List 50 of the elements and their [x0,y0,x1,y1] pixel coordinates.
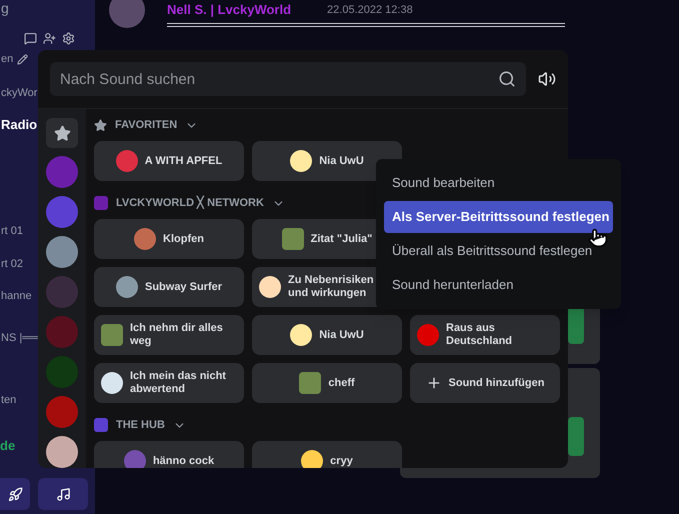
channel-name[interactable]: en [1,51,14,67]
sound-button[interactable]: hänno cock [94,441,244,468]
sound-button[interactable]: Sound hinzufügen [410,363,560,403]
add-user-icon[interactable] [43,32,56,45]
sound-button[interactable]: Ich mein das nicht abwertend [94,363,244,403]
sound-button[interactable]: Subway Surfer [94,267,244,307]
avatar-placeholder [109,0,145,28]
star-icon [94,118,107,132]
server-icon[interactable] [46,236,78,268]
server-icon[interactable] [46,436,78,468]
channel-name[interactable]: NS |══ [1,330,38,346]
image-thumbnail [282,228,304,250]
music-icon [56,486,70,502]
channel-name[interactable]: rt 02 [1,256,24,272]
rocket-icon [8,486,22,502]
sound-button[interactable]: Raus aus Deutschland [410,315,560,355]
channel-name[interactable]: ckyWor [1,85,38,101]
speaker-icon[interactable] [538,70,556,88]
channel-name[interactable]: ten [1,392,16,408]
section-title: LVCKYWORLD ╳ NETWORK [116,194,264,211]
sound-button[interactable]: Nia UwU [252,315,402,355]
rocket-button[interactable] [0,478,30,510]
channel-name: g [0,0,10,16]
channel-name[interactable]: rt 01 [1,223,24,239]
image-thumbnail [299,372,322,394]
action-block [568,417,584,456]
chat-icon[interactable] [24,32,37,45]
channel-name[interactable]: hanne [1,288,32,304]
image-thumbnail [101,324,123,346]
channel-name[interactable]: Radio [1,117,38,133]
sound-button[interactable]: cryy [252,441,402,468]
user-status: de [0,437,16,455]
message-time: 22.05.2022 12:38 [327,2,413,18]
settings-icon[interactable] [62,32,75,45]
menu-item[interactable]: Als Server-Beitrittssound festlegen [384,201,613,233]
author-name: Nell S. | LvckyWorld [167,1,292,19]
sound-button[interactable]: A WITH APFEL [94,141,244,181]
search-icon [498,70,516,88]
sound-button[interactable]: Ich nehm dir alles weg [94,315,244,355]
soundboard-button[interactable] [38,478,88,510]
sound-button[interactable]: cheff [252,363,402,403]
action-block [568,306,584,344]
section-title: FAVORITEN [115,118,178,133]
pencil-icon[interactable] [17,54,28,64]
section-title: THE HUB [116,418,165,433]
plus-icon [426,375,442,391]
star-icon [54,124,70,142]
search-field[interactable]: Nach Sound suchen [50,62,526,96]
sound-button[interactable]: Klopfen [94,219,244,259]
favorites-tab[interactable] [46,118,78,148]
